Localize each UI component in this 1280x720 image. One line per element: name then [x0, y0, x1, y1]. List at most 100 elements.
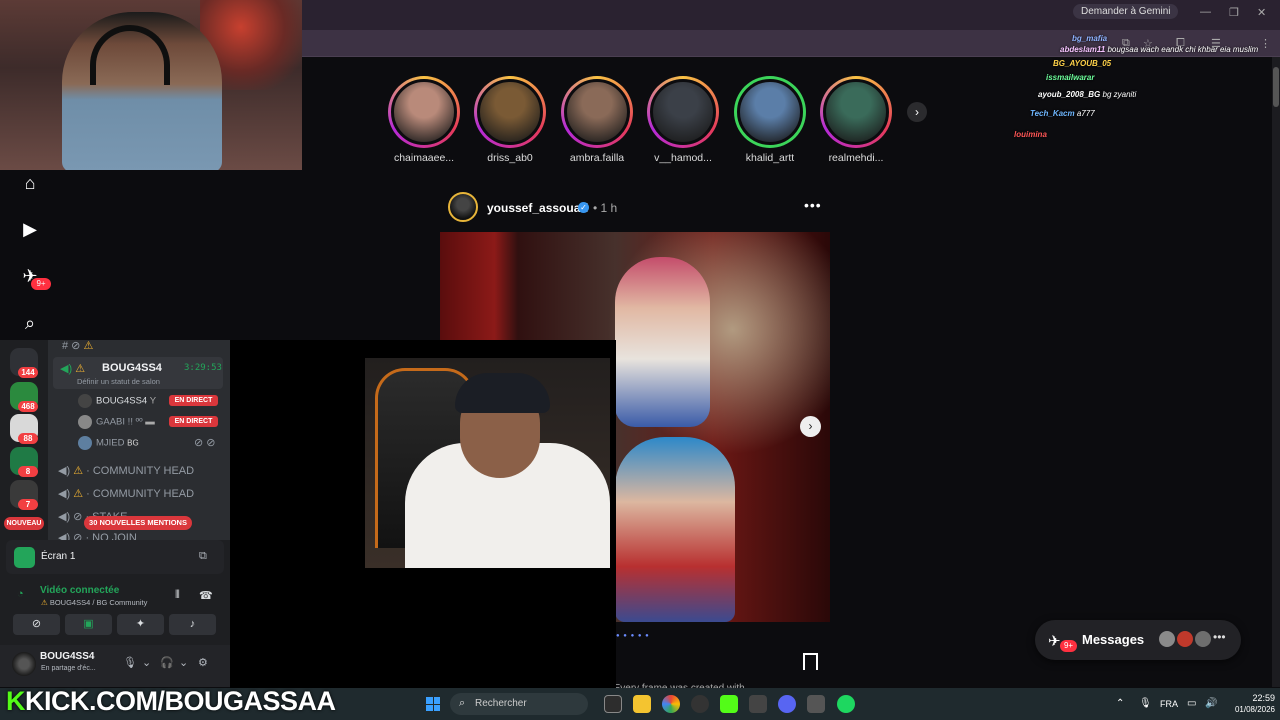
post-more-icon[interactable]: ••• — [804, 197, 822, 213]
chrome-icon[interactable] — [662, 695, 680, 713]
camera-toggle-button[interactable]: ⊘ — [13, 614, 60, 635]
signal-icon: ◔ — [17, 588, 24, 600]
kick-channel-overlay: KKICK.COM/BOUGASSAA — [6, 686, 336, 716]
microphone-icon[interactable]: 🎙 — [123, 656, 137, 669]
voice-channel[interactable]: ◀) ⚠ · COMMUNITY HEAD — [58, 487, 194, 500]
avatar — [477, 79, 543, 145]
messages-badge: 9+ — [1060, 640, 1077, 652]
voice-channel-name: BOUG4SS4 — [102, 362, 162, 374]
voice-channel-time: 3:29:53 — [184, 363, 222, 373]
windows-start-icon[interactable] — [426, 697, 440, 711]
messages-label: Messages — [1082, 632, 1145, 647]
keyboard-language[interactable]: FRA — [1160, 699, 1178, 709]
screen-share-bar — [6, 540, 224, 574]
story-item[interactable]: khalid_artt — [732, 76, 808, 164]
chat-message: bg_mafia — [1072, 34, 1108, 43]
disconnect-icon[interactable]: ☎ — [199, 589, 213, 602]
post-username[interactable]: youssef_assouari — [487, 201, 588, 215]
story-ring — [820, 76, 892, 148]
chat-message: ayoub_2008_BG bg zyaniti — [1038, 90, 1137, 99]
task-view-icon[interactable] — [604, 695, 622, 713]
network-icon[interactable]: ▭ — [1187, 698, 1196, 709]
activities-button[interactable]: ✦ — [117, 614, 164, 635]
chat-message: issmailwarar — [1046, 73, 1095, 82]
spotify-icon[interactable] — [837, 695, 855, 713]
story-item[interactable]: chaimaaee... — [386, 76, 462, 164]
scrollbar[interactable] — [1272, 57, 1280, 687]
story-item[interactable]: driss_ab0 — [472, 76, 548, 164]
discord-icon[interactable] — [778, 695, 796, 713]
minimize-icon[interactable]: — — [1200, 6, 1211, 18]
kick-app-icon[interactable] — [720, 695, 738, 713]
post-avatar[interactable] — [448, 192, 478, 222]
speaker-icon: ◀) ⚠ — [60, 363, 86, 375]
gemini-button[interactable]: Demander à Gemini — [1073, 4, 1179, 19]
noise-suppression-icon[interactable]: ⦀ — [175, 589, 180, 602]
voice-channel[interactable]: ◀) ⚠ · COMMUNITY HEAD — [58, 464, 194, 477]
chat-message: BG_AYOUB_05 — [1053, 59, 1112, 68]
maximize-icon[interactable]: ❐ — [1229, 6, 1239, 19]
search-icon[interactable]: ⌕ — [19, 312, 41, 334]
new-mentions-button[interactable]: 30 NOUVELLES MENTIONS — [84, 516, 192, 530]
obs-icon[interactable] — [691, 695, 709, 713]
clock-time[interactable]: 22:59 — [1245, 693, 1275, 703]
taskbar-search-label: Rechercher — [475, 698, 527, 709]
voice-user[interactable]: GAABI !! ºº ▬ — [78, 415, 155, 429]
story-item[interactable]: v__hamod... — [645, 76, 721, 164]
chat-message: Tech_Kacm a777 — [1030, 109, 1095, 118]
story-ring — [388, 76, 460, 148]
message-avatar — [1175, 629, 1195, 649]
voice-user[interactable]: BOUG4SS4 Y — [78, 394, 156, 408]
carousel-next-icon[interactable]: › — [800, 416, 821, 437]
video-connected-channel[interactable]: ⚠ BOUG4SS4 / BG Community — [41, 598, 147, 607]
avatar — [737, 79, 803, 145]
avatar — [650, 79, 716, 145]
server-badge: 468 — [18, 401, 38, 412]
video-connected-label: Vidéo connectée — [40, 585, 120, 596]
close-icon[interactable]: ✕ — [1257, 6, 1266, 19]
soundboard-button[interactable]: ♪ — [169, 614, 216, 635]
bookmark-icon[interactable] — [803, 653, 818, 670]
chevron-down-icon[interactable]: ⌄ — [142, 656, 151, 669]
live-badge: EN DIRECT — [169, 395, 218, 406]
chat-message: abdeslam11 bougsaa wach eandk chi khbar … — [1060, 45, 1259, 54]
verified-icon: ✓ — [578, 202, 589, 213]
more-icon: ••• — [1213, 630, 1226, 644]
stories-next-icon[interactable]: › — [907, 102, 927, 122]
reels-icon[interactable]: ▶ — [19, 218, 41, 240]
search-icon: ⌕ — [459, 697, 466, 709]
clock-date[interactable]: 01/08/2026 — [1225, 705, 1275, 714]
home-icon[interactable]: ⌂ — [19, 172, 41, 194]
browser-menu-icon[interactable]: ⋮ — [1260, 37, 1271, 50]
story-ring — [734, 76, 806, 148]
voice-user[interactable]: MJIED BG — [78, 436, 139, 450]
channel-header-icons: # ⊘ ⚠ — [62, 340, 94, 352]
app-icon[interactable] — [749, 695, 767, 713]
muted-icon: ⊘ ⊘ — [194, 437, 216, 449]
volume-icon[interactable]: 🔊 — [1205, 698, 1217, 709]
story-ring — [561, 76, 633, 148]
microphone-icon[interactable]: 🎙 — [1139, 698, 1152, 709]
popout-icon[interactable]: ⧉ — [199, 550, 207, 563]
story-item[interactable]: realmehdi... — [818, 76, 894, 164]
server-badge: 7 — [18, 499, 38, 510]
story-username: chaimaaee... — [393, 152, 455, 164]
screen-share-button[interactable]: ▣ — [65, 614, 112, 635]
story-username: realmehdi... — [828, 152, 884, 164]
message-avatar — [1157, 629, 1177, 649]
screen-share-icon — [14, 547, 35, 568]
chevron-up-icon[interactable]: ⌃ — [1116, 698, 1124, 709]
chevron-down-icon[interactable]: ⌄ — [179, 656, 188, 669]
settings-gear-icon[interactable]: ⚙ — [198, 656, 208, 669]
story-ring — [647, 76, 719, 148]
voice-channel-status[interactable]: Définir un statut de salon — [77, 377, 160, 386]
story-item[interactable]: ambra.failla — [559, 76, 635, 164]
direct-badge: 9+ — [31, 278, 51, 290]
guest-webcam — [230, 340, 616, 688]
file-explorer-icon[interactable] — [633, 695, 651, 713]
story-username: khalid_artt — [745, 152, 795, 164]
headphones-icon[interactable]: 🎧 — [160, 656, 174, 669]
story-username: v__hamod... — [654, 152, 712, 164]
avatar[interactable] — [12, 652, 36, 676]
app-icon[interactable] — [807, 695, 825, 713]
